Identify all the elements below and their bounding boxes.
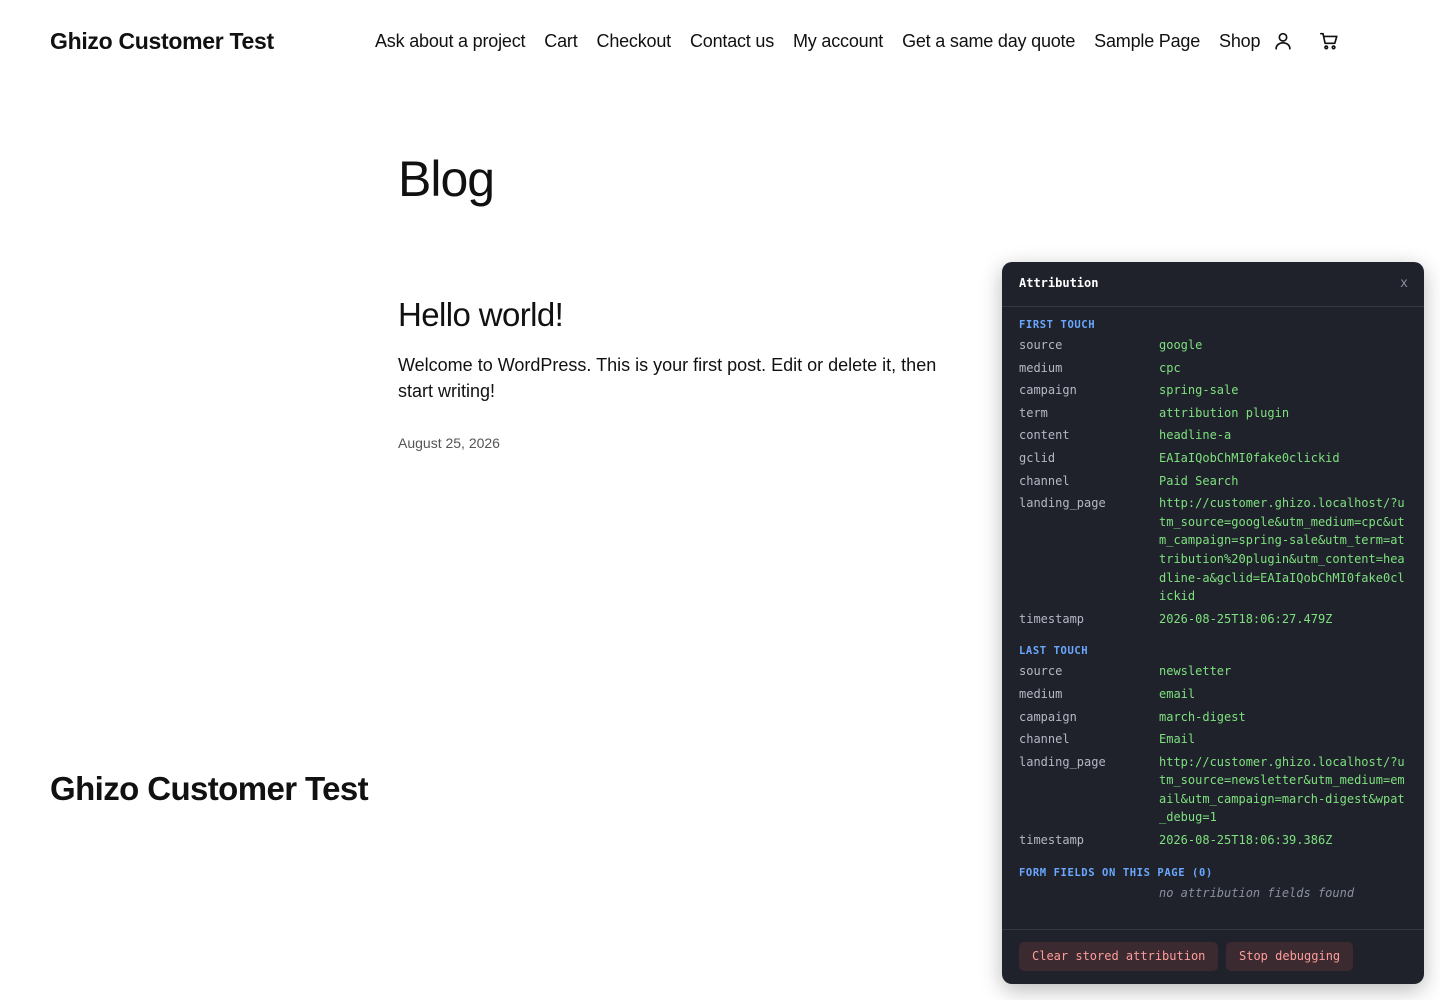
- attribution-row: campaign spring-sale: [1019, 381, 1407, 400]
- post-excerpt: Welcome to WordPress. This is your first…: [398, 355, 937, 401]
- attribution-row: source google: [1019, 336, 1407, 355]
- attribution-key: landing_page: [1019, 754, 1106, 769]
- attribution-key: medium: [1019, 686, 1063, 701]
- attribution-key: timestamp: [1019, 611, 1085, 626]
- nav-ask-about-project[interactable]: Ask about a project: [375, 31, 525, 52]
- attribution-row: content headline-a: [1019, 426, 1407, 445]
- attribution-key: campaign: [1019, 383, 1077, 398]
- nav-shop[interactable]: Shop: [1219, 31, 1260, 52]
- nav-my-account[interactable]: My account: [793, 31, 883, 52]
- attribution-row: campaign march-digest: [1019, 708, 1407, 727]
- nav-contact-us[interactable]: Contact us: [690, 31, 774, 52]
- attribution-key: source: [1019, 338, 1063, 352]
- attribution-key: timestamp: [1019, 833, 1085, 848]
- attribution-row: source newsletter: [1019, 662, 1407, 681]
- attribution-row: landing_page http://customer.ghizo.localh…: [1019, 753, 1407, 827]
- attribution-key: medium: [1019, 360, 1063, 375]
- last-touch-heading: LAST TOUCH: [1019, 645, 1089, 658]
- attribution-key: content: [1019, 428, 1070, 443]
- attribution-row: term attribution plugin: [1019, 404, 1407, 423]
- last-touch-list: source newsletter medium email campaign mar…: [1019, 662, 1407, 849]
- footer-site-title-link[interactable]: Ghizo Customer Test: [50, 770, 369, 808]
- attribution-value: email: [1159, 686, 1196, 701]
- attribution-value: headline-a: [1159, 428, 1232, 443]
- attribution-value: Paid Search: [1159, 473, 1239, 488]
- attribution-row: medium cpc: [1019, 359, 1407, 378]
- stop-debugging-button[interactable]: Stop debugging: [1226, 942, 1354, 971]
- attribution-value: google: [1159, 338, 1203, 352]
- attribution-value: http://customer.ghizo.localhost/?utm_sou…: [1159, 754, 1405, 825]
- close-icon[interactable]: x: [1400, 276, 1408, 291]
- panel-header: Attribution x: [1002, 262, 1424, 307]
- panel-footer: Clear stored attribution Stop debugging: [1002, 929, 1424, 984]
- attribution-value: spring-sale: [1159, 383, 1239, 398]
- attribution-value: 2026-08-25T18:06:39.386Z: [1159, 833, 1333, 848]
- user-icon[interactable]: [1272, 30, 1294, 52]
- attribution-key: source: [1019, 664, 1063, 679]
- clear-attribution-button[interactable]: Clear stored attribution: [1019, 942, 1219, 971]
- nav-same-day-quote[interactable]: Get a same day quote: [902, 31, 1075, 52]
- cart-icon[interactable]: [1318, 30, 1340, 52]
- form-fields-empty-message: no attribution fields found: [1159, 885, 1355, 900]
- nav-checkout[interactable]: Checkout: [597, 31, 672, 52]
- site-title-link[interactable]: Ghizo Customer Test: [50, 28, 274, 55]
- panel-body: FIRST TOUCH source google medium cpc campa…: [1002, 307, 1424, 902]
- attribution-row: gclid EAIaIQobChMI0fake0clickid: [1019, 449, 1407, 468]
- post-date: August 25, 2026: [398, 435, 500, 451]
- attribution-key: campaign: [1019, 709, 1077, 724]
- panel-title: Attribution: [1019, 276, 1099, 290]
- attribution-key: term: [1019, 405, 1048, 420]
- site-header: Ghizo Customer Test Ask about a project …: [0, 0, 1440, 84]
- first-touch-list: source google medium cpc campaign spring-sa…: [1019, 336, 1407, 628]
- form-fields-heading: FORM FIELDS ON THIS PAGE (0): [1019, 866, 1213, 879]
- attribution-row: landing_page http://customer.ghizo.localh…: [1019, 494, 1407, 606]
- attribution-row: channel Email: [1019, 730, 1407, 749]
- first-touch-heading: FIRST TOUCH: [1019, 319, 1096, 331]
- attribution-row: medium email: [1019, 685, 1407, 704]
- post-title-link[interactable]: Hello world!: [398, 296, 564, 334]
- attribution-value: march-digest: [1159, 709, 1246, 724]
- attribution-key: channel: [1019, 473, 1070, 488]
- attribution-debug-panel: Attribution x FIRST TOUCH source google m…: [1002, 262, 1424, 984]
- nav-cart[interactable]: Cart: [544, 31, 577, 52]
- attribution-value: attribution plugin: [1159, 405, 1290, 420]
- attribution-value: newsletter: [1159, 664, 1232, 679]
- attribution-value: Email: [1159, 732, 1196, 747]
- attribution-row: timestamp 2026-08-25T18:06:39.386Z: [1019, 831, 1407, 850]
- page-title: Blog: [398, 151, 495, 207]
- attribution-row: channel Paid Search: [1019, 472, 1407, 491]
- attribution-key: landing_page: [1019, 496, 1106, 511]
- nav-sample-page[interactable]: Sample Page: [1094, 31, 1200, 52]
- attribution-row: timestamp 2026-08-25T18:06:27.479Z: [1019, 610, 1407, 629]
- attribution-value: cpc: [1159, 360, 1181, 375]
- attribution-value: EAIaIQobChMI0fake0clickid: [1159, 450, 1340, 465]
- attribution-value: http://customer.ghizo.localhost/?utm_sou…: [1159, 496, 1405, 604]
- attribution-key: channel: [1019, 732, 1070, 747]
- attribution-key: gclid: [1019, 450, 1056, 465]
- attribution-value: 2026-08-25T18:06:27.479Z: [1159, 611, 1333, 626]
- main-nav: Ask about a project Cart Checkout Contac…: [375, 30, 1340, 52]
